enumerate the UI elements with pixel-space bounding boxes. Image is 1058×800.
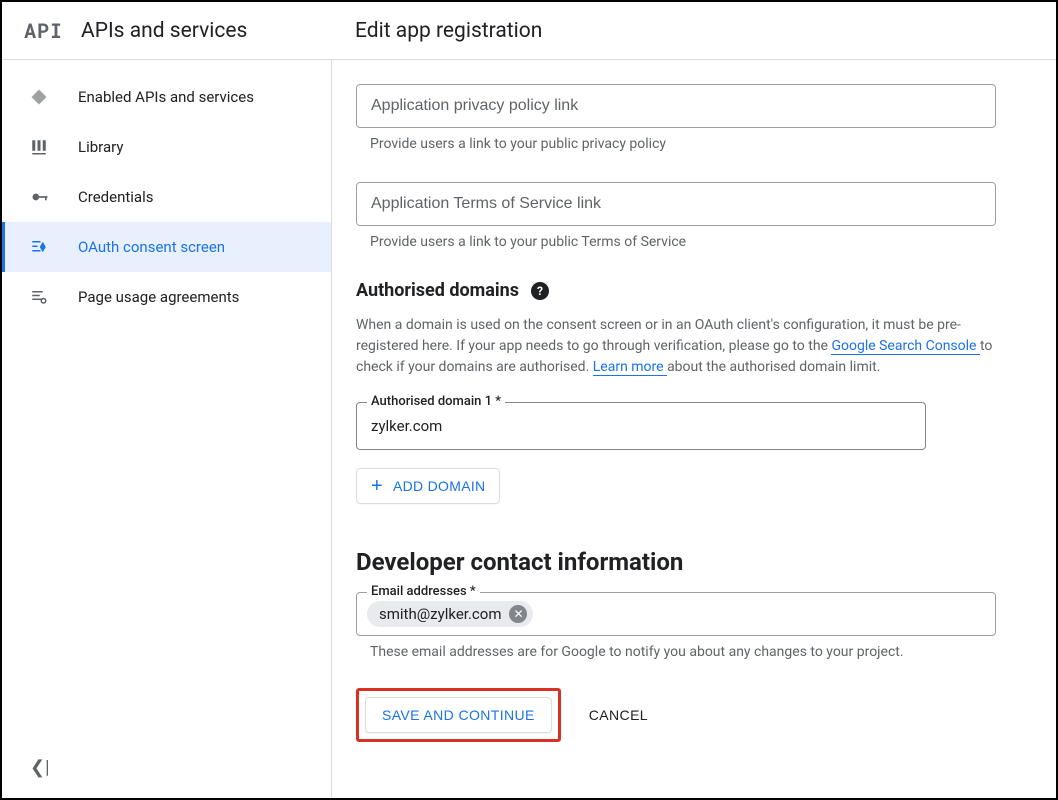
privacy-link-block: Provide users a link to your public priv… — [356, 84, 1016, 152]
sidebar-item-library[interactable]: Library — [2, 122, 331, 172]
credentials-icon — [30, 187, 78, 207]
oauth-icon — [30, 238, 78, 256]
save-and-continue-button[interactable]: SAVE AND CONTINUE — [365, 697, 552, 733]
developer-contact-heading: Developer contact information — [356, 548, 1016, 576]
auth-domains-description: When a domain is used on the consent scr… — [356, 315, 996, 378]
sidebar-item-enabled-apis[interactable]: Enabled APIs and services — [2, 72, 331, 122]
tos-link-block: Provide users a link to your public Term… — [356, 182, 1016, 250]
google-search-console-link[interactable]: Google Search Console — [831, 338, 979, 355]
action-row: SAVE AND CONTINUE CANCEL — [356, 688, 1016, 742]
nav-list: Enabled APIs and services Library Creden… — [2, 60, 331, 322]
sidebar-item-label: OAuth consent screen — [78, 238, 225, 256]
tos-link-input[interactable] — [356, 182, 996, 226]
sidebar-item-page-usage[interactable]: Page usage agreements — [2, 272, 331, 322]
privacy-helper: Provide users a link to your public priv… — [356, 128, 1016, 152]
enabled-apis-icon — [30, 88, 78, 106]
email-chip-text: smith@zylker.com — [379, 605, 501, 623]
email-chip: smith@zylker.com ✕ — [367, 601, 533, 627]
desc-post: about the authorised domain limit. — [667, 359, 880, 375]
plus-icon: + — [371, 476, 383, 496]
sidebar-item-label: Credentials — [78, 188, 153, 206]
email-helper: These email addresses are for Google to … — [356, 636, 1016, 660]
email-addresses-field[interactable]: Email addresses * smith@zylker.com ✕ — [356, 592, 996, 636]
save-highlight: SAVE AND CONTINUE — [356, 688, 561, 742]
auth-domain-field[interactable]: Authorised domain 1 * zylker.com — [356, 402, 926, 450]
sidebar-item-label: Page usage agreements — [78, 288, 239, 306]
page-usage-icon — [30, 288, 78, 306]
auth-domains-heading: Authorised domains ? — [356, 280, 1016, 301]
learn-more-link[interactable]: Learn more — [593, 359, 667, 376]
auth-domain-value: zylker.com — [371, 417, 442, 435]
tos-helper: Provide users a link to your public Term… — [356, 226, 1016, 250]
sidebar-item-oauth-consent[interactable]: OAuth consent screen — [2, 222, 331, 272]
sidebar-item-credentials[interactable]: Credentials — [2, 172, 331, 222]
page-title: Edit app registration — [332, 19, 542, 43]
add-domain-button[interactable]: + ADD DOMAIN — [356, 468, 500, 504]
email-addresses-label: Email addresses * — [367, 584, 480, 599]
sidebar-item-label: Enabled APIs and services — [78, 88, 254, 106]
collapse-sidebar-icon[interactable]: ❮| — [30, 757, 49, 778]
top-bar: API APIs and services Edit app registrat… — [2, 2, 1056, 60]
add-domain-label: ADD DOMAIN — [393, 478, 485, 494]
auth-domain-label: Authorised domain 1 * — [367, 394, 505, 409]
sidebar: Enabled APIs and services Library Creden… — [2, 60, 332, 798]
remove-chip-icon[interactable]: ✕ — [509, 605, 527, 623]
cancel-button[interactable]: CANCEL — [589, 707, 648, 723]
api-logo: API — [24, 18, 63, 44]
sidebar-item-label: Library — [78, 138, 123, 156]
top-bar-left: API APIs and services — [2, 18, 332, 44]
library-icon — [30, 138, 78, 156]
privacy-link-input[interactable] — [356, 84, 996, 128]
auth-domains-heading-text: Authorised domains — [356, 280, 519, 301]
product-title: APIs and services — [81, 19, 247, 43]
main-content: Provide users a link to your public priv… — [332, 60, 1056, 798]
help-icon[interactable]: ? — [531, 282, 549, 300]
